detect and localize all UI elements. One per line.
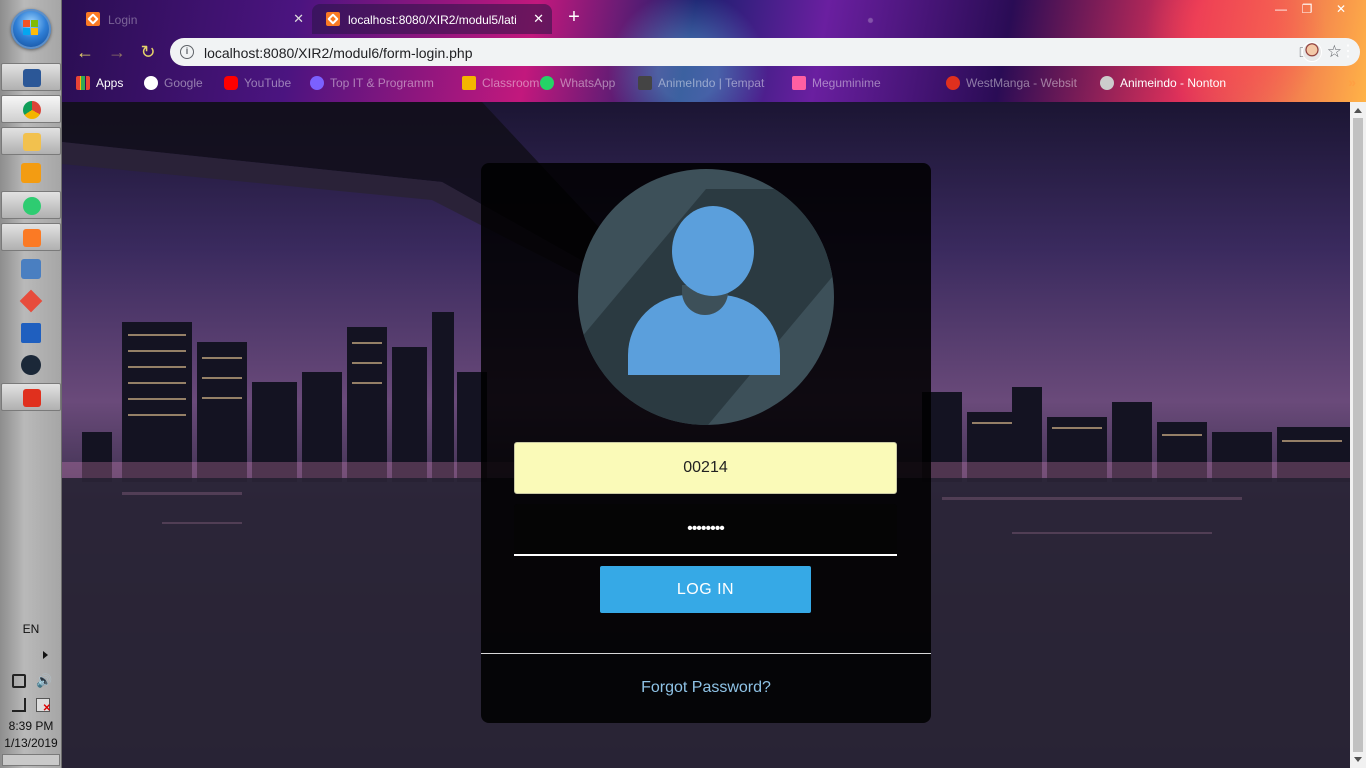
classroom-icon [462, 76, 476, 90]
start-button[interactable] [11, 9, 51, 49]
taskbar-atom-button[interactable] [1, 191, 61, 219]
back-arrow-icon[interactable]: ← [74, 41, 96, 63]
bookmark-classroom[interactable]: Classroom [462, 76, 539, 94]
bookmark-animeindo[interactable]: AnimeIndo | Tempat [638, 76, 764, 94]
westmanga-icon [946, 76, 960, 90]
network-icon[interactable] [12, 698, 26, 712]
language-indicator[interactable]: EN [0, 622, 62, 636]
profile-avatar[interactable] [1302, 42, 1322, 62]
close-window-icon[interactable]: ✕ [1328, 0, 1354, 18]
address-bar[interactable]: i ⚿ ☆ [170, 38, 1360, 66]
windows-taskbar: EN 🔊 ✕ 8:39 PM 1/13/2019 [0, 0, 62, 768]
page-scrollbar[interactable] [1350, 102, 1366, 768]
taskbar-acrobat-button[interactable] [1, 383, 61, 411]
animeindo-icon [638, 76, 652, 90]
close-tab-icon[interactable]: ✕ [533, 11, 544, 27]
browser-chrome: Login ✕ localhost:8080/XIR2/modul5/lati … [62, 0, 1366, 102]
media-player-icon[interactable] [21, 163, 41, 183]
bookmark-top-it[interactable]: Top IT & Programm [310, 76, 434, 94]
bookmark-animeindo-nonton[interactable]: Animeindo - Nonton [1100, 76, 1226, 94]
scroll-thumb[interactable] [1353, 118, 1363, 752]
xampp-favicon-icon [86, 12, 100, 26]
action-center-icon[interactable] [12, 674, 26, 688]
login-card: LOG IN Forgot Password? [481, 163, 931, 723]
apps-grid-icon [76, 76, 90, 90]
google-icon [144, 76, 158, 90]
tab-title: Login [108, 13, 138, 27]
menu-kebab-icon[interactable]: ⋮ [1340, 41, 1356, 61]
username-input[interactable] [514, 442, 897, 494]
acrobat-icon [23, 389, 41, 407]
bookmark-youtube[interactable]: YouTube [224, 76, 291, 94]
firefox-icon [310, 76, 324, 90]
steam-icon[interactable] [21, 355, 41, 375]
xampp-icon [23, 229, 41, 247]
filezilla-icon[interactable] [21, 323, 41, 343]
clock-date[interactable]: 1/13/2019 [0, 736, 62, 750]
show-hidden-icons-icon[interactable] [43, 651, 48, 659]
whatsapp-icon [540, 76, 554, 90]
bookmarks-overflow-icon[interactable]: » [1348, 74, 1356, 90]
minimize-icon[interactable]: — [1268, 0, 1294, 18]
login-button[interactable]: LOG IN [600, 566, 811, 613]
forward-arrow-icon[interactable]: → [106, 41, 128, 63]
taskbar-chrome-button[interactable] [1, 95, 61, 123]
info-icon[interactable]: i [180, 45, 194, 59]
bookmark-whatsapp[interactable]: WhatsApp [540, 76, 615, 94]
taskbar-xampp-button[interactable] [1, 223, 61, 251]
youtube-icon [224, 76, 238, 90]
scroll-up-icon[interactable] [1354, 108, 1362, 113]
taskbar-file-explorer-button[interactable] [1, 127, 61, 155]
folder-icon [23, 133, 41, 151]
page-background: LOG IN Forgot Password? [62, 102, 1350, 768]
tab-localhost[interactable]: localhost:8080/XIR2/modul5/lati ✕ [312, 4, 552, 34]
reload-icon[interactable]: ↻ [137, 41, 159, 63]
bookmark-apps[interactable]: Apps [76, 76, 123, 94]
user-avatar-icon [578, 169, 834, 425]
bookmarks-bar: Apps Google YouTube Top IT & Programm Cl… [62, 70, 1366, 98]
atom-icon [23, 197, 41, 215]
bookmark-westmanga[interactable]: WestManga - Websit [946, 76, 1077, 94]
card-divider [481, 653, 931, 654]
scroll-down-icon[interactable] [1354, 757, 1362, 762]
clock-time[interactable]: 8:39 PM [0, 719, 62, 733]
restore-icon[interactable]: ❐ [1294, 0, 1320, 18]
new-tab-button[interactable]: + [562, 6, 586, 30]
bookmark-meguminime[interactable]: Meguminime [792, 76, 881, 94]
taskbar-word-button[interactable] [1, 63, 61, 91]
close-tab-icon[interactable]: ✕ [293, 11, 304, 27]
show-desktop-button[interactable] [2, 754, 60, 766]
chrome-icon [23, 101, 41, 119]
browser-toolbar: ← → ↻ i ⚿ ☆ ⋮ [62, 37, 1366, 67]
password-input[interactable] [514, 504, 897, 556]
volume-icon[interactable]: 🔊 [36, 674, 52, 688]
forgot-password-link[interactable]: Forgot Password? [481, 679, 931, 697]
windows-logo-icon [23, 20, 39, 36]
bookmark-google[interactable]: Google [144, 76, 203, 94]
animeindo-nonton-icon [1100, 76, 1114, 90]
power-warning-icon[interactable]: ✕ [36, 698, 51, 714]
word-icon [23, 69, 41, 87]
url-input[interactable] [204, 45, 1104, 61]
tab-login[interactable]: Login ✕ [72, 4, 312, 34]
tab-title: localhost:8080/XIR2/modul5/lati [348, 13, 517, 27]
xampp-favicon-icon [326, 12, 340, 26]
virtualbox-icon[interactable] [21, 259, 41, 279]
meguminime-icon [792, 76, 806, 90]
git-icon[interactable] [19, 289, 43, 313]
